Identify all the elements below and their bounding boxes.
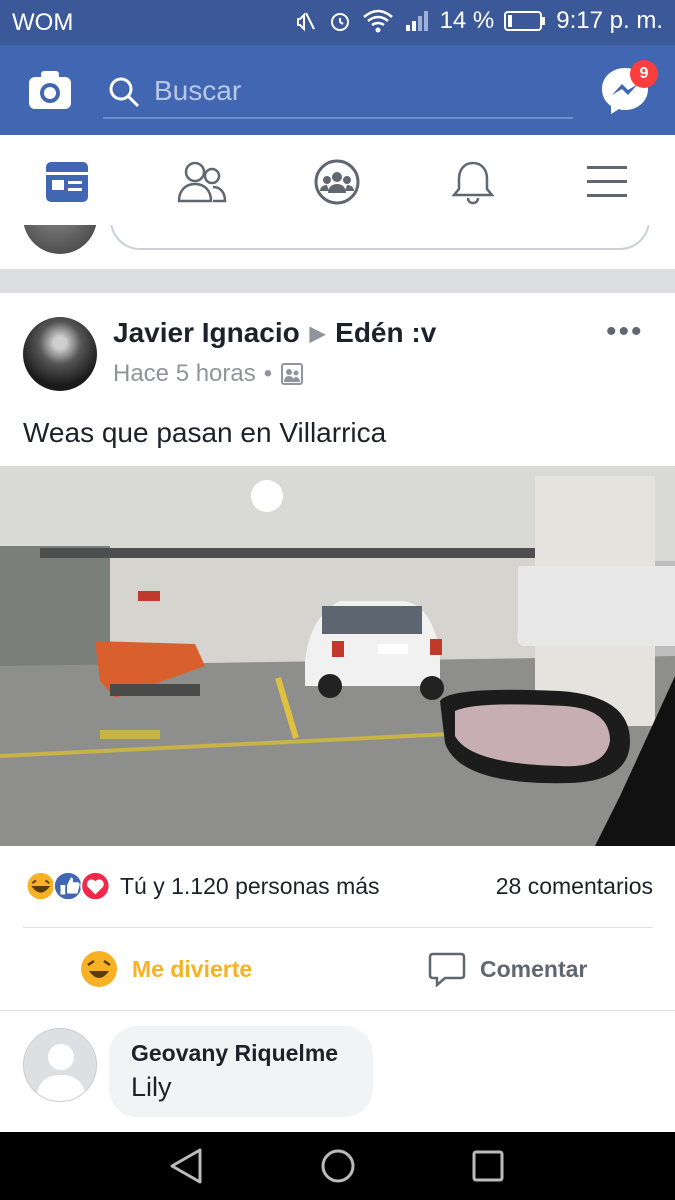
top-bar: Buscar 9 [0,45,675,135]
like-reaction-icon [53,870,84,902]
user-avatar [23,225,97,254]
mute-icon [296,12,315,32]
wifi-icon [362,9,393,33]
post-text: Weas que pasan en Villarrica [23,417,387,448]
home-icon[interactable] [318,1146,358,1186]
comments-count[interactable]: 28 comentarios [496,873,653,900]
more-options-icon[interactable]: ••• [606,315,644,349]
status-bar: WOM 14 % 9:17 p. m. [0,0,675,45]
arrow-right-icon: ▶ [309,322,326,345]
comment-button[interactable]: Comentar [428,928,587,1010]
recents-icon[interactable] [468,1146,508,1186]
tab-notifications[interactable] [448,157,498,207]
signal-icon [405,11,428,31]
menu-icon [587,166,627,197]
camera-icon[interactable] [27,69,73,111]
groups-icon [314,159,360,205]
reaction-button-label: Me divierte [132,955,253,982]
comment-icon [428,952,466,987]
reaction-button[interactable]: Me divierte [80,928,252,1010]
carrier-name: WOM [12,9,74,36]
reaction-icons[interactable] [23,870,115,902]
group-name[interactable]: Edén :v [335,317,436,349]
comment-item: Geovany Riquelme Lily [0,1026,675,1118]
commenter-avatar[interactable] [23,1028,97,1102]
post-actions: Me divierte Comentar [0,928,675,1010]
tab-groups[interactable] [312,157,362,207]
messenger-badge: 9 [630,60,658,88]
tab-menu[interactable] [582,157,632,207]
love-reaction-icon [80,870,111,902]
news-feed-icon [46,162,88,202]
bell-icon [451,161,495,205]
friends-icon [177,161,227,203]
battery-icon [504,11,546,31]
actions-divider [0,1010,675,1011]
reactions-count[interactable]: Tú y 1.120 personas más [120,873,380,900]
clock: 9:17 p. m. [556,7,663,34]
post-meta: Hace 5 horas • [113,360,304,388]
author-name[interactable]: Javier Ignacio [113,317,300,349]
reactions-row: Tú y 1.120 personas más 28 comentarios [23,868,653,908]
commenter-name[interactable]: Geovany Riquelme [131,1040,338,1067]
post-photo[interactable] [0,466,675,846]
alarm-icon [330,13,349,31]
post-time[interactable]: Hace 5 horas [113,360,256,388]
parking-photo [0,466,675,846]
comment-button-label: Comentar [480,955,588,982]
back-icon[interactable] [168,1146,208,1186]
haha-emoji-icon [81,951,117,987]
battery-percent: 14 % [439,7,495,34]
comment-text: Lily [131,1072,172,1102]
group-privacy-icon [281,363,304,385]
comment-bubble[interactable]: Geovany Riquelme Lily [109,1026,373,1117]
tab-bar [0,135,675,226]
search-placeholder: Buscar [154,75,242,106]
tab-friends[interactable] [177,157,227,207]
feed-separator [0,269,675,293]
search-bar[interactable]: Buscar [103,67,573,119]
meta-dot: • [263,360,273,387]
tab-news-feed[interactable] [42,157,92,207]
composer-row [0,225,675,269]
search-icon [109,77,140,108]
haha-reaction-icon [25,870,56,902]
android-nav-bar [0,1132,675,1200]
author-avatar[interactable] [23,317,97,391]
post-header: Javier Ignacio ▶ Edén :v [113,317,436,349]
status-icons: 14 % 9:17 p. m. [294,7,663,35]
composer-input[interactable] [110,225,650,250]
